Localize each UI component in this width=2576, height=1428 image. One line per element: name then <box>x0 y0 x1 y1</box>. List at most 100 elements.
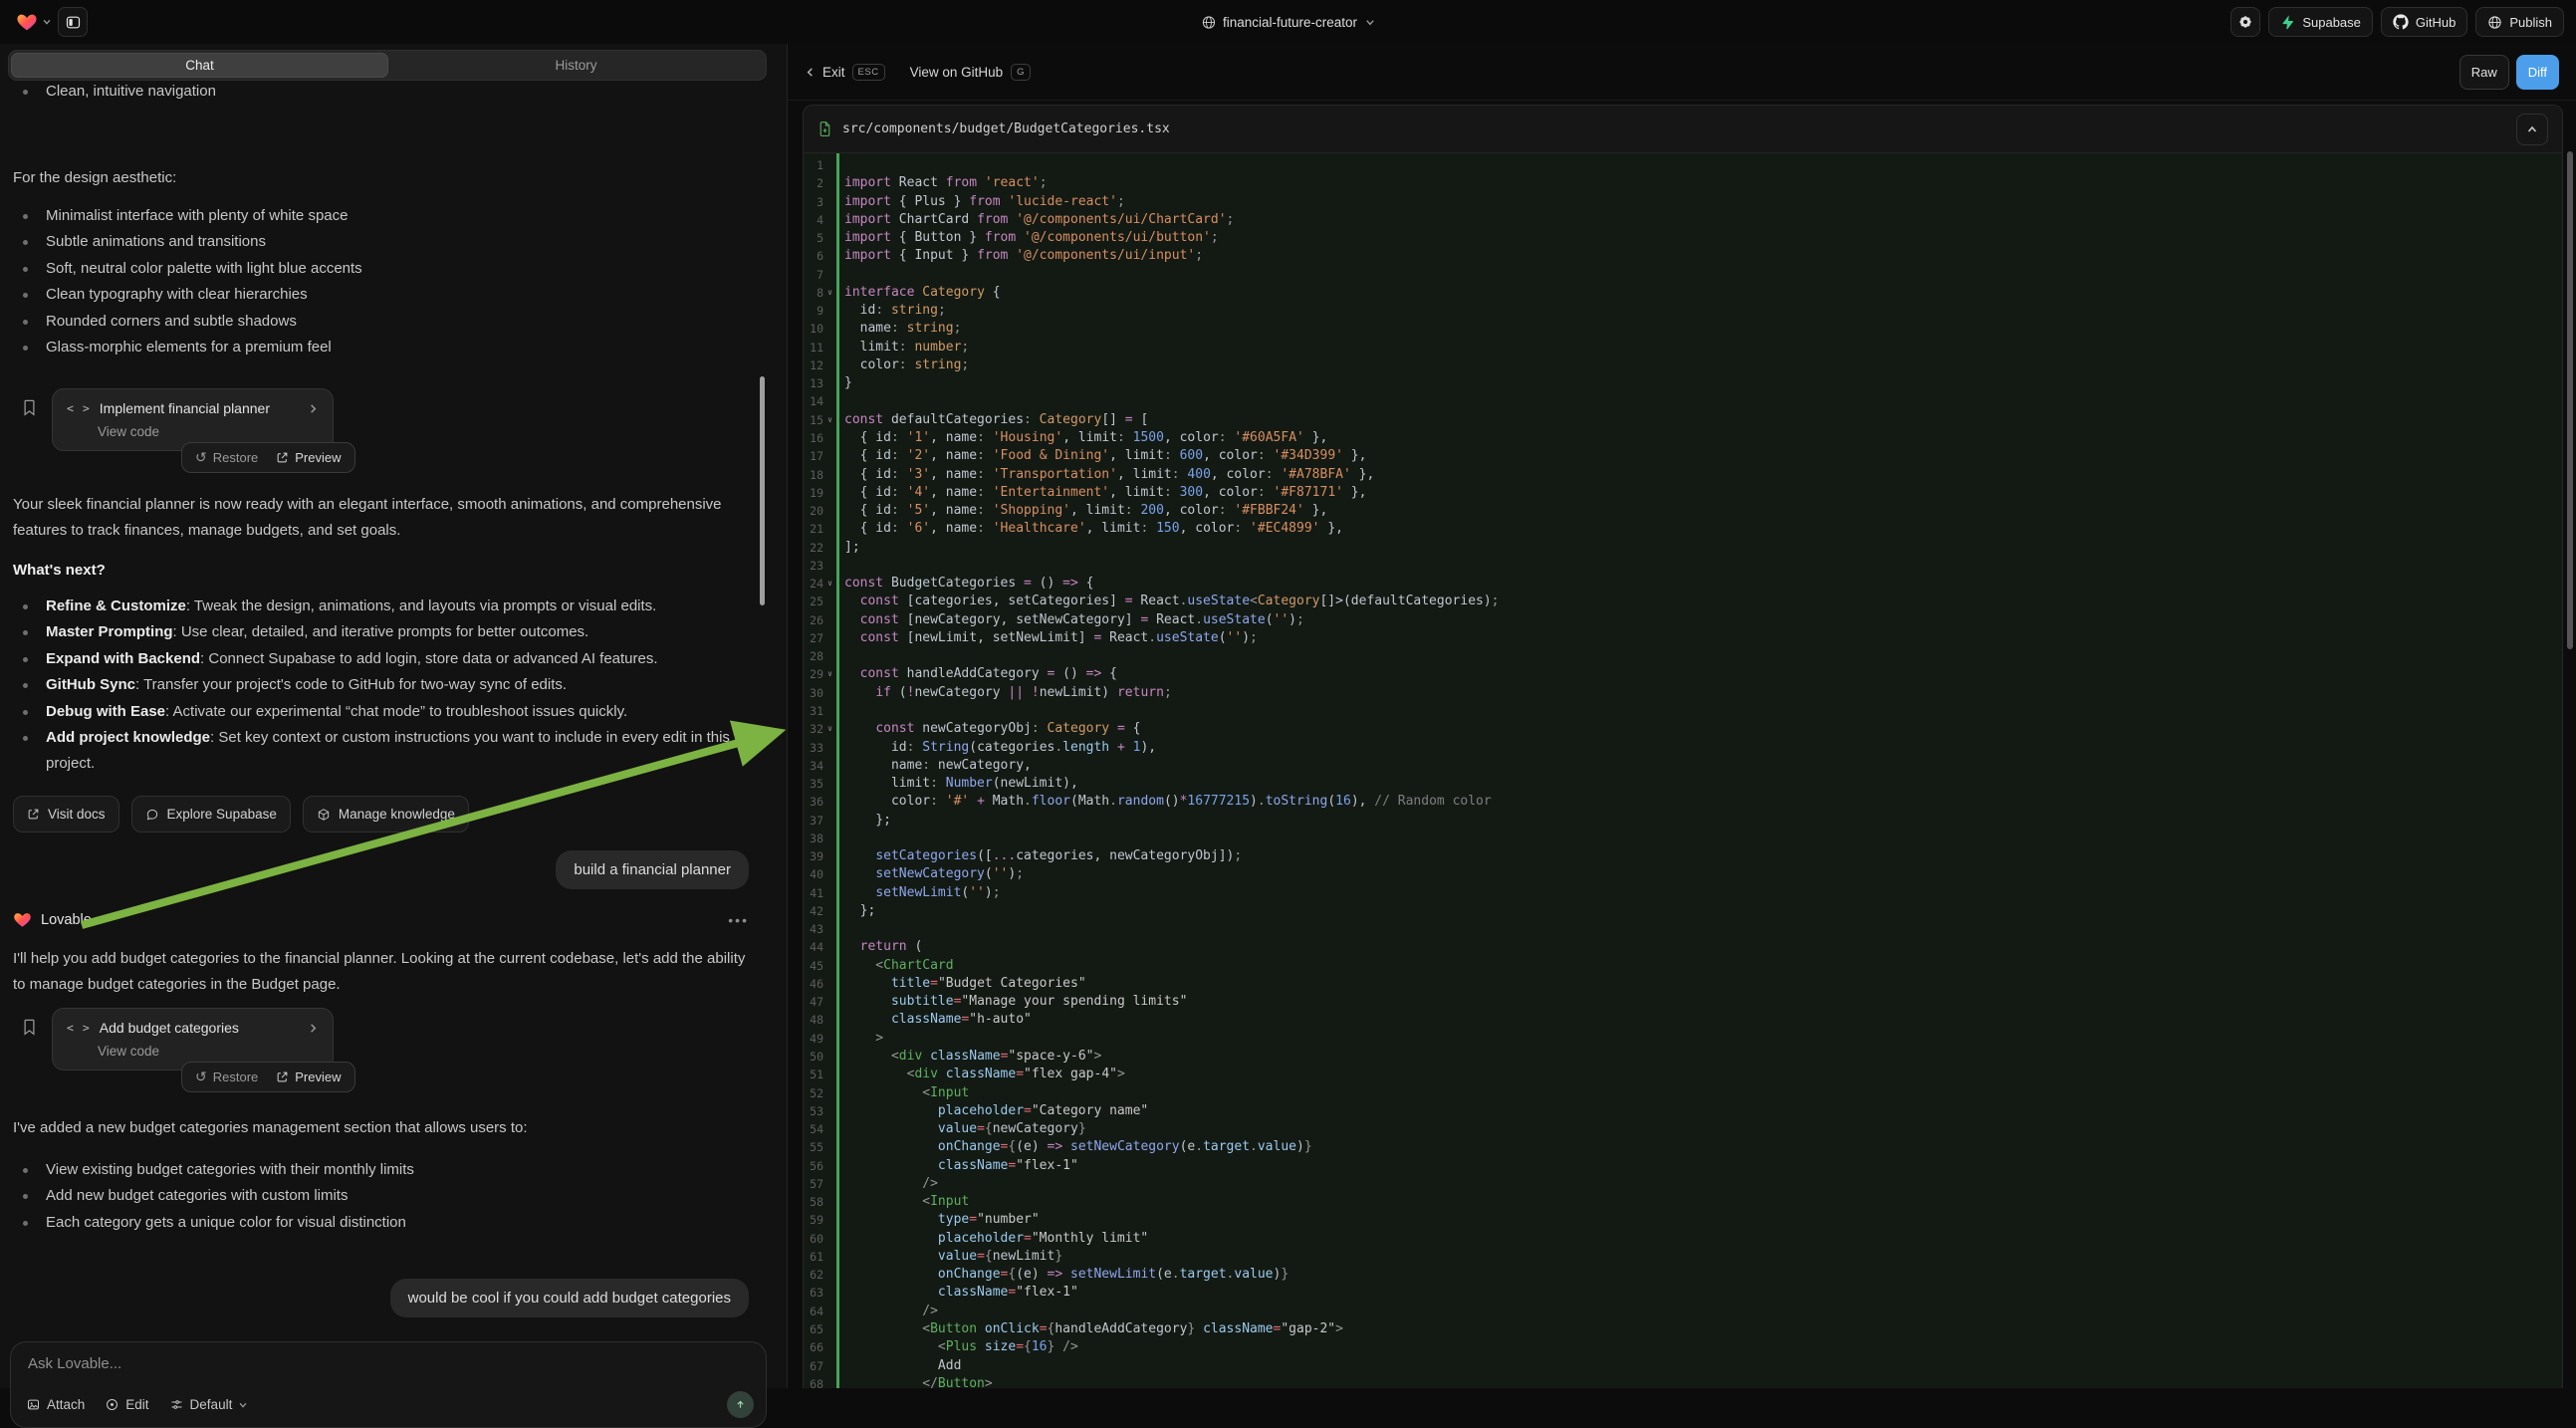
line-number: 49 <box>804 1030 823 1048</box>
manage-knowledge-button[interactable]: Manage knowledge <box>303 796 469 833</box>
chevron-down-icon <box>1364 17 1375 28</box>
line-number: 8 <box>804 284 823 302</box>
chat-panel: Chat History Clean, intuitive navigation… <box>0 44 787 1388</box>
fold-spacer <box>823 1030 836 1048</box>
view-code-link[interactable]: View code <box>98 1044 319 1059</box>
line-number: 1 <box>804 156 823 174</box>
code-text: import { Input } from '@/components/ui/i… <box>836 247 1203 265</box>
edit-mode-button[interactable]: Edit <box>105 1397 148 1412</box>
collapse-file-button[interactable] <box>2516 114 2548 145</box>
supabase-button[interactable]: Supabase <box>2268 7 2373 37</box>
chat-scrollbar[interactable] <box>760 376 765 605</box>
code-text: import ChartCard from '@/components/ui/C… <box>836 211 1234 229</box>
user-message-bubble: would be cool if you could add budget ca… <box>390 1279 749 1317</box>
line-number: 28 <box>804 647 823 665</box>
bookmark-icon[interactable] <box>22 1018 37 1037</box>
globe-icon <box>1201 15 1216 30</box>
line-number: 36 <box>804 793 823 811</box>
code-text: { id: '6', name: 'Healthcare', limit: 15… <box>836 520 1343 538</box>
visit-docs-button[interactable]: Visit docs <box>13 796 119 833</box>
fold-spacer <box>823 1157 836 1175</box>
code-line-32: 32∨ const newCategoryObj: Category = { <box>804 720 2562 738</box>
chevron-right-icon <box>308 403 319 414</box>
attach-button[interactable]: Attach <box>26 1397 85 1412</box>
model-selector[interactable]: Default <box>169 1397 249 1412</box>
explore-supabase-button[interactable]: Explore Supabase <box>131 796 291 833</box>
line-number: 37 <box>804 812 823 830</box>
toggle-sidebar-button[interactable] <box>58 7 88 37</box>
code-line-8: 8∨interface Category { <box>804 284 2562 302</box>
fold-spacer <box>823 357 836 374</box>
restore-preview-toolbar: ↺ Restore Preview <box>181 442 355 473</box>
code-line-65: 65 <Button onClick={handleAddCategory} c… <box>804 1320 2562 1338</box>
line-number: 31 <box>804 702 823 720</box>
line-number: 27 <box>804 629 823 647</box>
chevron-right-icon <box>308 1023 319 1034</box>
bookmark-icon[interactable] <box>22 398 37 417</box>
target-icon <box>105 1397 119 1412</box>
exit-button[interactable]: Exit ESC <box>805 64 885 81</box>
code-text: }; <box>836 902 875 920</box>
publish-button[interactable]: Publish <box>2475 7 2564 37</box>
view-on-github-button[interactable]: View on GitHub G <box>910 64 1031 81</box>
code-line-60: 60 placeholder="Monthly limit" <box>804 1230 2562 1248</box>
line-number: 48 <box>804 1011 823 1029</box>
publish-label: Publish <box>2509 15 2552 30</box>
file-header[interactable]: src/components/budget/BudgetCategories.t… <box>804 106 2562 153</box>
send-button[interactable] <box>727 1391 754 1418</box>
project-selector[interactable]: financial-future-creator <box>1201 0 1375 44</box>
prompt-input-box[interactable]: Ask Lovable... Attach Edit Default <box>10 1341 767 1428</box>
fold-toggle-icon[interactable]: ∨ <box>823 284 836 302</box>
fold-spacer <box>823 1248 836 1266</box>
line-number: 66 <box>804 1338 823 1356</box>
line-number: 25 <box>804 593 823 610</box>
code-line-21: 21 { id: '6', name: 'Healthcare', limit:… <box>804 520 2562 538</box>
fold-toggle-icon[interactable]: ∨ <box>823 411 836 429</box>
fold-spacer <box>823 1011 836 1029</box>
tab-chat[interactable]: Chat <box>11 53 388 78</box>
code-text: > <box>836 1030 883 1048</box>
github-icon <box>2393 14 2409 30</box>
settings-button[interactable] <box>2230 7 2260 37</box>
file-path: src/components/budget/BudgetCategories.t… <box>842 121 1170 136</box>
code-text: Add <box>836 1357 961 1375</box>
lovable-logo-menu[interactable] <box>16 11 52 33</box>
line-number: 63 <box>804 1284 823 1302</box>
code-line-16: 16 { id: '1', name: 'Housing', limit: 15… <box>804 429 2562 447</box>
lovable-heart-icon <box>13 910 32 929</box>
tab-history[interactable]: History <box>388 53 764 78</box>
restore-button[interactable]: ↺ Restore <box>195 449 258 466</box>
fold-spacer <box>823 539 836 557</box>
github-button[interactable]: GitHub <box>2381 7 2467 37</box>
fold-toggle-icon[interactable]: ∨ <box>823 575 836 593</box>
diff-toggle-button[interactable]: Diff <box>2516 55 2559 90</box>
line-number: 38 <box>804 830 823 847</box>
fold-spacer <box>823 339 836 357</box>
line-number: 10 <box>804 320 823 338</box>
fold-spacer <box>823 193 836 211</box>
code-text: limit: number; <box>836 339 969 357</box>
view-code-link[interactable]: View code <box>98 424 319 439</box>
preview-button[interactable]: Preview <box>276 1070 341 1084</box>
restore-icon: ↺ <box>195 1069 207 1085</box>
message-more-menu[interactable]: ••• <box>728 912 749 928</box>
fold-spacer <box>823 1211 836 1229</box>
fold-spacer <box>823 320 836 338</box>
external-link-icon <box>27 808 40 821</box>
code-text <box>836 266 844 284</box>
code-line-49: 49 > <box>804 1030 2562 1048</box>
g-kbd-badge: G <box>1011 64 1031 81</box>
fold-toggle-icon[interactable]: ∨ <box>823 720 836 738</box>
raw-toggle-button[interactable]: Raw <box>2459 55 2509 90</box>
preview-button[interactable]: Preview <box>276 450 341 465</box>
code-scrollbar[interactable] <box>2567 151 2573 649</box>
fold-spacer <box>823 1175 836 1193</box>
line-number: 15 <box>804 411 823 429</box>
fold-spacer <box>823 865 836 883</box>
restore-button[interactable]: ↺ Restore <box>195 1069 258 1085</box>
code-line-4: 4import ChartCard from '@/components/ui/… <box>804 211 2562 229</box>
code-line-39: 39 setCategories([...categories, newCate… <box>804 847 2562 865</box>
code-text: { id: '1', name: 'Housing', limit: 1500,… <box>836 429 1327 447</box>
fold-toggle-icon[interactable]: ∨ <box>823 665 836 683</box>
line-number: 52 <box>804 1084 823 1102</box>
